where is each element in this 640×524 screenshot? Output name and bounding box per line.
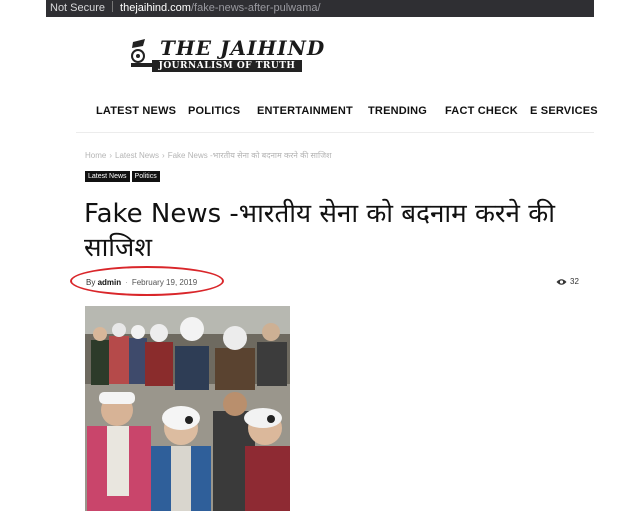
nav-item-e-services[interactable]: E SERVICES <box>530 105 598 117</box>
highlight-circle <box>70 266 224 296</box>
nav-item-politics[interactable]: POLITICS <box>188 105 240 117</box>
address-separator <box>112 1 114 12</box>
category-badges: Latest News Politics <box>85 171 162 189</box>
article-title: Fake News -भारतीय सेना को बदनाम करने की … <box>84 199 555 263</box>
article-photo[interactable] <box>85 306 290 511</box>
views-number: 32 <box>570 277 579 286</box>
breadcrumb-latest-news[interactable]: Latest News <box>115 151 159 160</box>
nav-item-latest-news[interactable]: LATEST NEWS <box>96 105 176 117</box>
nav-item-entertainment[interactable]: ENTERTAINMENT <box>257 105 353 117</box>
logo-tagline: JOURNALISM OF TRUTH <box>152 60 302 72</box>
url-path[interactable]: /fake-news-after-pulwama/ <box>191 2 321 14</box>
eye-icon <box>556 279 567 285</box>
site-logo[interactable]: THE JAIHIND JOURNALISM OF TRUTH <box>130 36 324 74</box>
breadcrumb-current: Fake News -भारतीय सेना को बदनाम करने की … <box>167 151 332 160</box>
nav-item-trending[interactable]: TRENDING <box>368 105 427 117</box>
view-count: 32 <box>556 277 579 286</box>
breadcrumb: Home › Latest News › Fake News -भारतीय सेना … <box>85 150 331 161</box>
chevron-right-icon: › <box>162 151 165 160</box>
category-badge-politics[interactable]: Politics <box>131 171 160 182</box>
breadcrumb-home[interactable]: Home <box>85 151 106 160</box>
browser-address-bar[interactable]: Not Secure thejaihind.com/fake-news-after… <box>46 0 594 17</box>
nav-item-fact-check[interactable]: FACT CHECK <box>445 105 518 117</box>
url-domain[interactable]: thejaihind.com <box>120 2 191 14</box>
nav-divider <box>76 132 594 133</box>
logo-name: THE JAIHIND <box>160 36 326 60</box>
chevron-right-icon: › <box>109 151 113 160</box>
web-page: THE JAIHIND JOURNALISM OF TRUTH LATEST N… <box>46 17 598 524</box>
category-badge-latest-news[interactable]: Latest News <box>85 171 130 182</box>
security-indicator[interactable]: Not Secure <box>50 2 105 14</box>
